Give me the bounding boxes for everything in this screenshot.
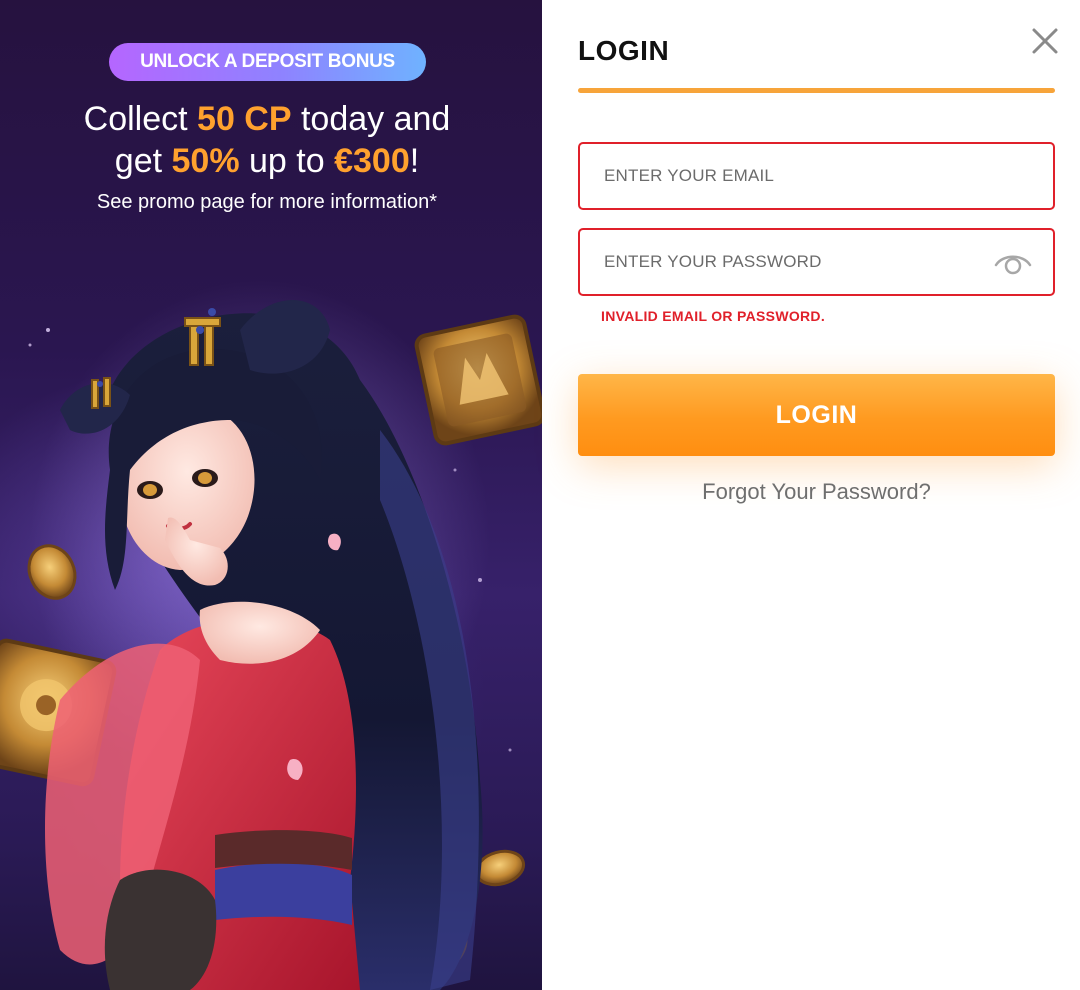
headline-percent-highlight: 50% xyxy=(171,142,240,180)
login-button[interactable]: LOGIN xyxy=(578,374,1055,456)
title-divider xyxy=(578,88,1055,93)
headline-text: get xyxy=(114,142,172,180)
login-title: LOGIN xyxy=(578,35,670,66)
headline-text: up to xyxy=(239,142,335,180)
password-field-container xyxy=(578,228,1055,296)
promo-subline: See promo page for more information* xyxy=(96,191,438,213)
headline-text: today and xyxy=(291,100,451,138)
deposit-bonus-badge: UNLOCK A DEPOSIT BONUS xyxy=(109,43,426,81)
email-field-container xyxy=(578,142,1055,210)
promo-illustration xyxy=(0,280,542,990)
close-icon[interactable] xyxy=(1028,24,1062,58)
forgot-password-link[interactable]: Forgot Your Password? xyxy=(578,479,1055,505)
headline-amount-highlight: €300 xyxy=(334,142,410,180)
headline-line-1: Collect 50 CP today and xyxy=(0,98,534,140)
headline-text: Collect xyxy=(83,100,198,138)
email-input[interactable] xyxy=(604,144,984,208)
eye-icon[interactable] xyxy=(993,248,1033,278)
headline-text: ! xyxy=(409,142,420,180)
headline-cp-highlight: 50 CP xyxy=(197,100,292,138)
login-error-message: INVALID EMAIL OR PASSWORD. xyxy=(601,308,826,324)
promo-headline: Collect 50 CP today and get 50% up to €3… xyxy=(0,98,534,182)
promo-panel: UNLOCK A DEPOSIT BONUS Collect 50 CP tod… xyxy=(0,0,542,990)
password-input[interactable] xyxy=(604,230,984,294)
headline-line-2: get 50% up to €300! xyxy=(0,140,534,182)
